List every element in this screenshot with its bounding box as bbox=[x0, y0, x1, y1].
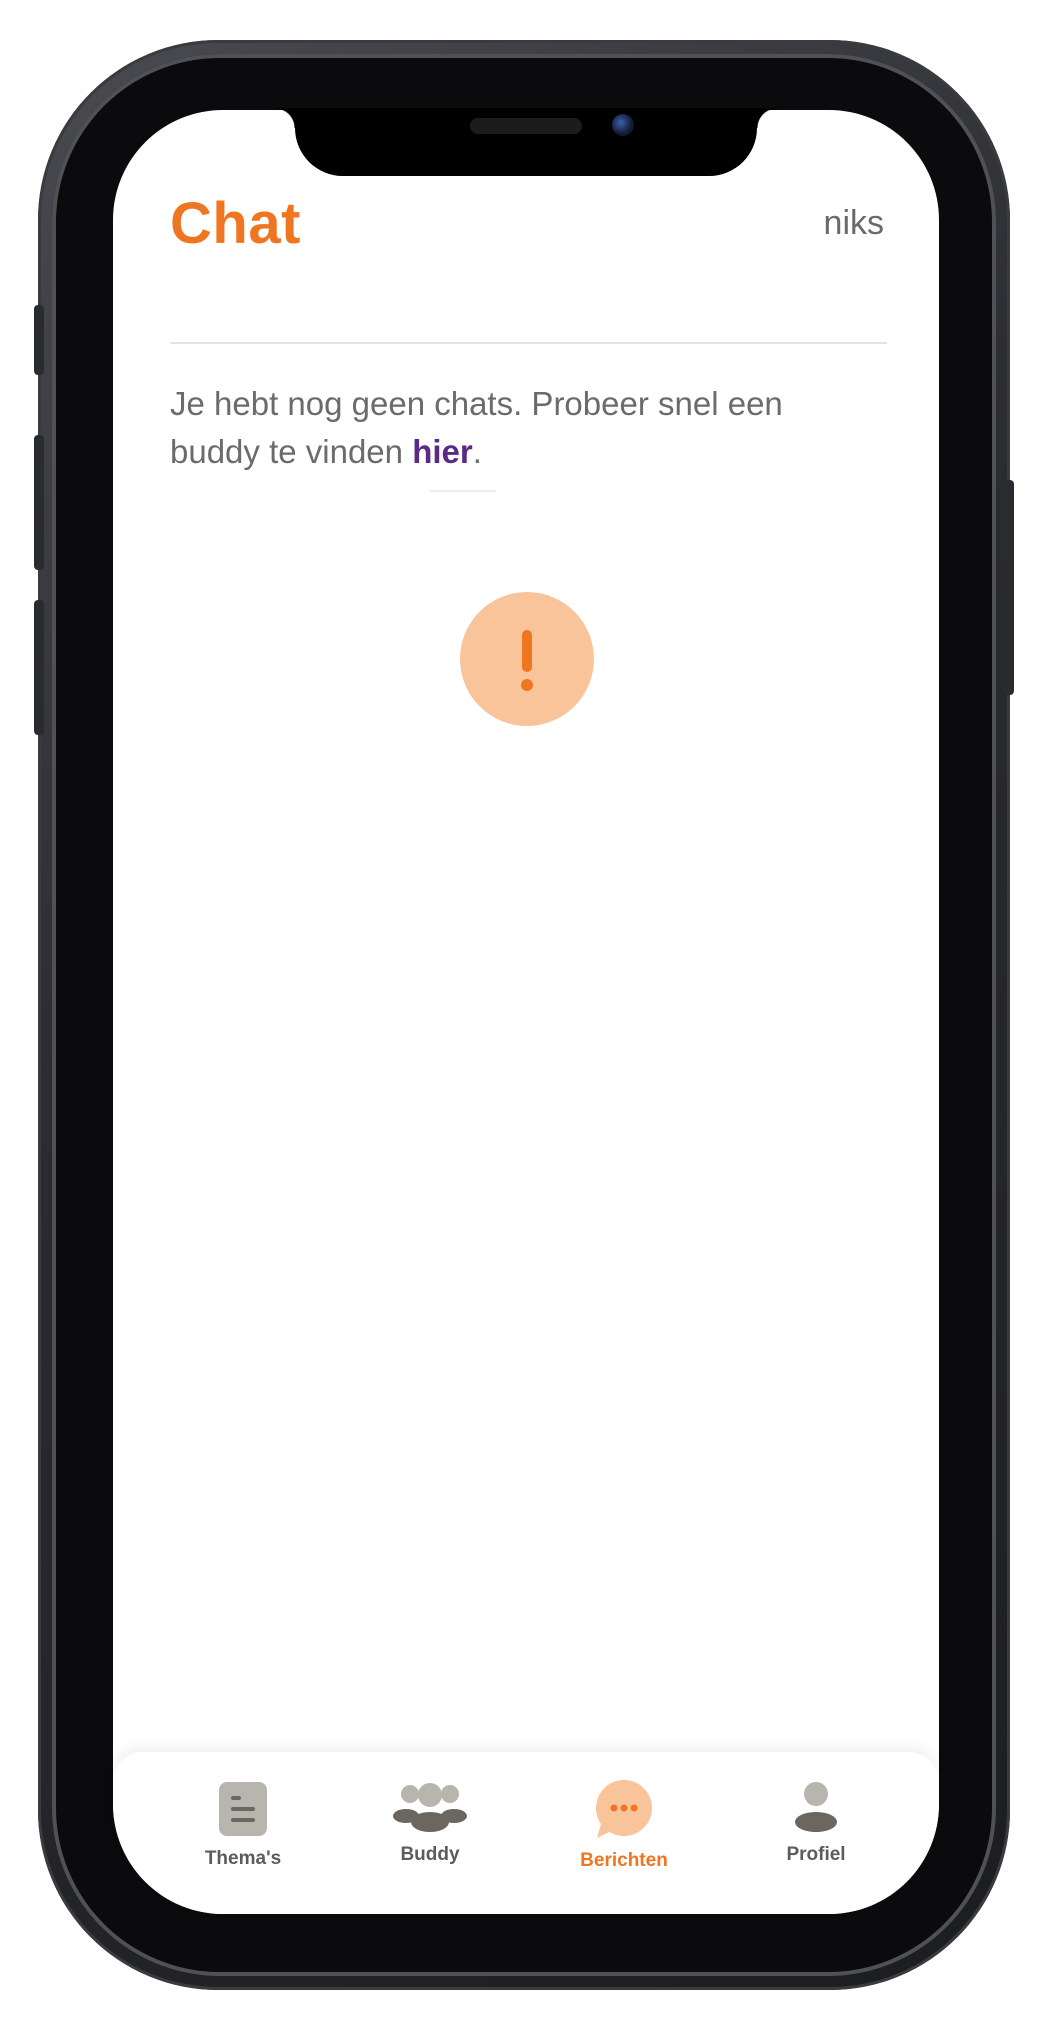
nav-label-themas: Thema's bbox=[204, 1848, 282, 1869]
person-icon bbox=[795, 1782, 837, 1832]
mute-switch bbox=[34, 305, 44, 375]
find-buddy-link[interactable]: hier bbox=[412, 433, 473, 470]
nav-item-berichten[interactable]: Berichten bbox=[544, 1780, 704, 1872]
empty-chats-message: Je hebt nog geen chats. Probeer snel een… bbox=[170, 380, 870, 476]
power-button bbox=[1004, 480, 1014, 695]
group-icon bbox=[393, 1783, 467, 1832]
header-divider bbox=[170, 342, 887, 344]
nav-item-buddy[interactable]: Buddy bbox=[350, 1780, 510, 1866]
page-title: Chat bbox=[170, 191, 301, 256]
link-underline bbox=[430, 490, 496, 492]
nav-item-profiel[interactable]: Profiel bbox=[736, 1780, 896, 1866]
nav-label-berichten: Berichten bbox=[580, 1850, 668, 1871]
speaker-grille bbox=[470, 118, 582, 134]
chat-bubble-icon bbox=[596, 1780, 652, 1838]
volume-up-button bbox=[34, 435, 44, 570]
nav-label-profiel: Profiel bbox=[786, 1844, 846, 1865]
message-period: . bbox=[472, 433, 482, 470]
exclamation-icon bbox=[460, 592, 594, 726]
document-icon bbox=[219, 1782, 267, 1836]
front-camera bbox=[612, 114, 634, 136]
volume-down-button bbox=[34, 600, 44, 735]
nav-label-buddy: Buddy bbox=[400, 1844, 460, 1865]
nav-item-themas[interactable]: Thema's bbox=[163, 1780, 323, 1870]
user-name[interactable]: niks bbox=[824, 204, 884, 243]
